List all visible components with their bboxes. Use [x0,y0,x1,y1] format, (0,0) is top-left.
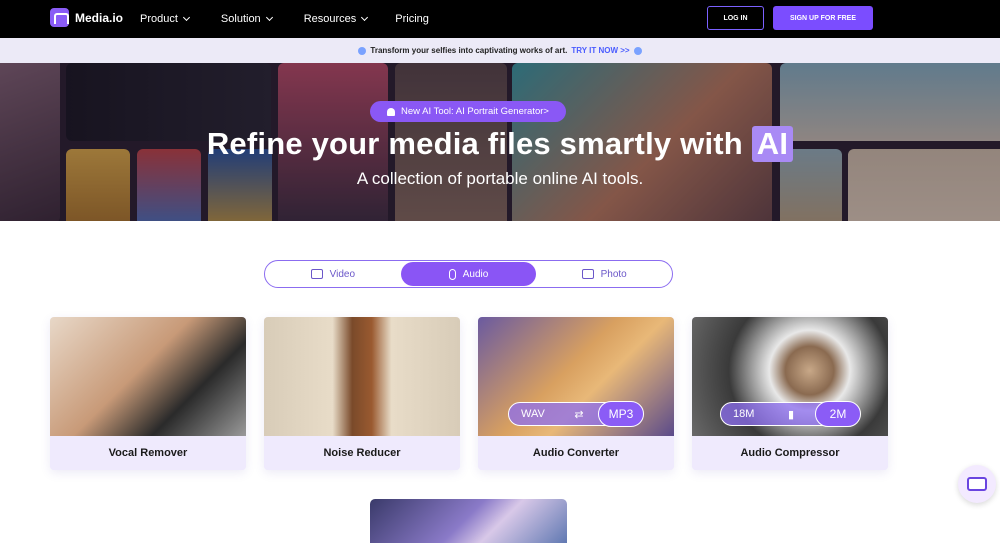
chat-icon [967,477,987,491]
tab-label: Video [329,268,356,280]
bell-icon [387,107,396,116]
menu-item-label: Solution [220,13,261,25]
to-size: 2M [815,401,861,427]
main-menu: Product Solution Resources Pricing [140,0,461,38]
vocal-remover-image [50,317,246,436]
tool-card-partial[interactable] [370,499,567,543]
audio-compressor-image: 18M ▮ 2M [692,317,888,436]
hero-title-text: Refine your media files smartly with [206,126,743,161]
swap-arrows-icon: ⇄ [574,408,584,421]
tab-label: Audio [462,268,489,280]
hero-title-highlight: AI [751,126,794,162]
promo-banner: Transform your selfies into captivating … [0,38,1000,63]
menu-item-product[interactable]: Product [140,13,190,25]
menu-item-label: Resources [303,13,357,25]
badge-text: New AI Tool: AI Portrait Generator> [401,106,549,117]
card-label: Noise Reducer [264,436,460,470]
hero-subtitle: A collection of portable online AI tools… [356,169,644,188]
to-format: MP3 [598,401,644,427]
tool-card-audio-converter[interactable]: WAV ⇄ MP3 Audio Converter [478,317,674,470]
tab-audio[interactable]: Audio [400,262,537,286]
tab-photo[interactable]: Photo [536,261,672,287]
microphone-icon [448,268,456,280]
media-io-logo-icon [50,8,69,27]
format-conversion-pill: WAV ⇄ MP3 [508,401,644,427]
category-tabs: Video Audio Photo [264,260,673,288]
promo-link[interactable]: TRY IT NOW >> [571,46,629,55]
menu-item-resources[interactable]: Resources [303,13,369,25]
from-format: WAV [521,408,545,420]
login-button[interactable]: LOG IN [707,6,764,30]
size-compression-pill: 18M ▮ 2M [720,401,861,427]
from-size: 18M [733,408,755,420]
hero-banner: New AI Tool: AI Portrait Generator> Refi… [0,63,1000,221]
noise-reducer-image [264,317,460,436]
menu-item-pricing[interactable]: Pricing [395,13,429,25]
chevron-down-icon [265,13,273,22]
promo-text: Transform your selfies into captivating … [370,46,568,55]
audio-converter-image: WAV ⇄ MP3 [478,317,674,436]
menu-item-solution[interactable]: Solution [220,13,273,25]
menu-item-label: Pricing [395,13,429,25]
sparkle-icon [358,46,367,55]
top-navigation: Media.io Product Solution Resources Pric… [0,0,1000,38]
sparkle-icon [633,46,642,55]
logo[interactable]: Media.io [50,8,123,27]
card-label: Audio Compressor [692,436,888,470]
chat-support-button[interactable] [958,465,996,503]
card-label: Vocal Remover [50,436,246,470]
card-label: Audio Converter [478,436,674,470]
compress-icon: ▮ [787,408,795,421]
logo-text: Media.io [75,10,124,25]
tool-card-noise-reducer[interactable]: Noise Reducer [264,317,460,470]
tab-label: Photo [600,268,627,280]
tool-card-vocal-remover[interactable]: Vocal Remover [50,317,246,470]
signup-button[interactable]: SIGN UP FOR FREE [773,6,873,30]
hero-title: Refine your media files smartly with AI [0,126,1000,162]
tab-video[interactable]: Video [265,261,401,287]
video-icon [310,269,323,279]
new-tool-badge[interactable]: New AI Tool: AI Portrait Generator> [370,101,566,122]
chevron-down-icon [361,13,369,22]
tool-card-audio-compressor[interactable]: 18M ▮ 2M Audio Compressor [692,317,888,470]
menu-item-label: Product [140,13,178,25]
image-icon [581,269,594,279]
chevron-down-icon [182,13,190,22]
